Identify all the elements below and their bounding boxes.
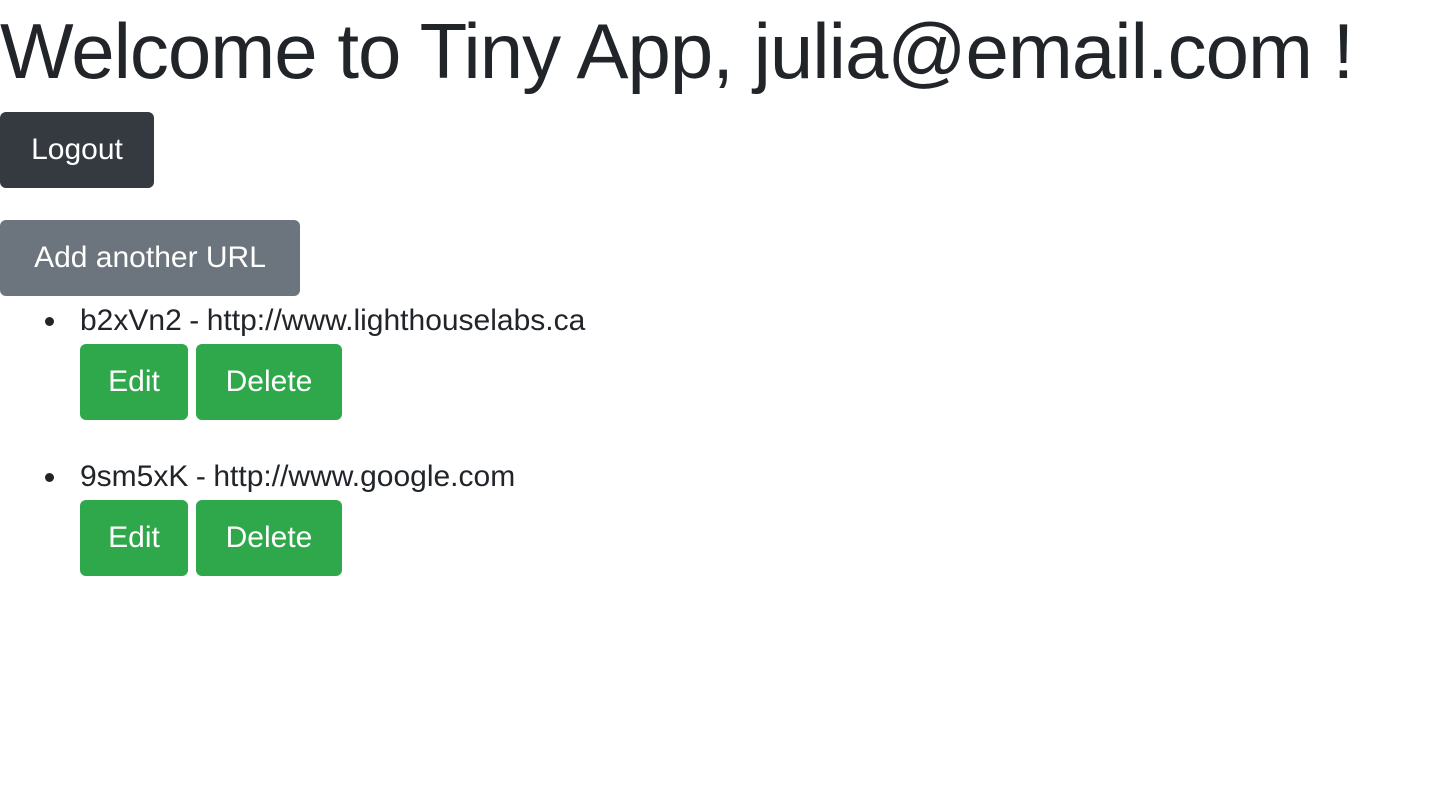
welcome-suffix: ! (1311, 7, 1355, 95)
page-title: Welcome to Tiny App, julia@email.com ! (0, 6, 1355, 96)
url-separator: - (189, 304, 200, 337)
long-url: http://www.lighthouselabs.ca (206, 304, 586, 337)
list-item: b2xVn2- http://www.lighthouselabs.ca Edit… (0, 300, 800, 420)
user-email: julia@email.com (753, 7, 1313, 95)
url-separator: - (195, 460, 206, 493)
url-entry-text: b2xVn2- http://www.lighthouselabs.ca (80, 301, 585, 341)
url-entry-text: 9sm5xK - http://www.google.com (80, 457, 515, 497)
list-item: 9sm5xK - http://www.google.com Edit Delete (0, 456, 800, 576)
logout-button[interactable]: Logout (0, 112, 154, 188)
add-url-button[interactable]: Add another URL (0, 220, 300, 296)
welcome-prefix: Welcome to Tiny App, (0, 7, 754, 95)
short-url-id: 9sm5xK (80, 460, 189, 493)
edit-button[interactable]: Edit (80, 344, 188, 420)
delete-button[interactable]: Delete (196, 344, 342, 420)
long-url: http://www.google.com (213, 460, 516, 493)
page: Welcome to Tiny App, julia@email.com ! L… (0, 0, 1446, 788)
edit-button[interactable]: Edit (80, 500, 188, 576)
delete-button[interactable]: Delete (196, 500, 342, 576)
short-url-id: b2xVn2 (80, 304, 182, 337)
bullet-icon (45, 473, 54, 482)
bullet-icon (45, 317, 54, 326)
